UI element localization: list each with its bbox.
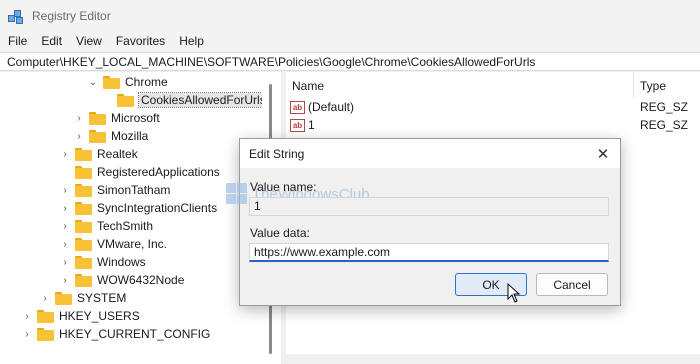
tree-item-label: WOW6432Node: [97, 273, 185, 287]
menu-view[interactable]: View: [69, 34, 109, 48]
tree-item-cookiesallowedforurls[interactable]: CookiesAllowedForUrls: [102, 91, 269, 109]
folder-icon: [75, 219, 92, 233]
tree-item-label: HKEY_USERS: [59, 309, 140, 323]
tree-item-label: TechSmith: [97, 219, 154, 233]
value-data-label: Value data:: [250, 226, 310, 240]
tree-item-label: RegisteredApplications: [97, 165, 220, 179]
watermark-logo-icon: [226, 183, 248, 205]
chevron-right-icon[interactable]: ›: [22, 325, 32, 343]
column-divider[interactable]: [633, 72, 634, 98]
menu-edit[interactable]: Edit: [34, 34, 69, 48]
tree-item-label: SyncIntegrationClients: [97, 201, 218, 215]
chevron-right-icon[interactable]: ›: [60, 271, 70, 289]
folder-icon: [75, 165, 92, 179]
string-value-icon: ab: [290, 118, 305, 132]
list-item[interactable]: ab 1 REG_SZ: [286, 116, 700, 134]
menu-file[interactable]: File: [0, 34, 34, 48]
chevron-right-icon[interactable]: ›: [60, 145, 70, 163]
chevron-right-icon[interactable]: ›: [60, 199, 70, 217]
tree-item-microsoft[interactable]: › Microsoft: [74, 109, 160, 127]
registry-editor-icon: [8, 8, 24, 24]
tree-item-label: VMware, Inc.: [97, 237, 168, 251]
tree-item-label: Mozilla: [111, 129, 149, 143]
column-name[interactable]: Name: [292, 79, 324, 93]
tree-item-label: Microsoft: [111, 111, 160, 125]
value-name: 1: [308, 118, 315, 132]
chevron-down-icon[interactable]: ⌄: [88, 73, 98, 91]
value-name-field: 1: [249, 197, 609, 216]
folder-icon: [75, 237, 92, 251]
value-name: (Default): [308, 100, 355, 114]
chevron-right-icon[interactable]: ›: [60, 235, 70, 253]
close-icon[interactable]: ✕: [593, 144, 613, 164]
tree-item-syncintegrationclients[interactable]: › SyncIntegrationClients: [60, 199, 217, 217]
edit-string-dialog: Edit String ✕ TheWindowsClub Value name:…: [226, 138, 621, 306]
tree-item-realtek[interactable]: › Realtek: [60, 145, 138, 163]
folder-icon: [75, 201, 92, 215]
folder-icon: [103, 75, 120, 89]
folder-icon: [75, 183, 92, 197]
value-data-field[interactable]: https://www.example.com: [249, 243, 609, 262]
menu-help[interactable]: Help: [172, 34, 211, 48]
folder-icon: [75, 273, 92, 287]
menu-bar: File Edit View Favorites Help: [0, 31, 700, 51]
tree-item-chrome[interactable]: ⌄ Chrome: [88, 73, 168, 91]
value-type: REG_SZ: [640, 118, 689, 132]
tree-item-hkey-users[interactable]: › HKEY_USERS: [22, 307, 140, 325]
tree-item-label: Realtek: [97, 147, 138, 161]
window-title: Registry Editor: [32, 8, 111, 23]
tree-item-mozilla[interactable]: › Mozilla: [74, 127, 148, 145]
column-header: Name Type: [286, 72, 700, 98]
folder-icon: [37, 309, 54, 323]
tree-item-label: Windows: [97, 255, 146, 269]
chevron-right-icon[interactable]: ›: [74, 109, 84, 127]
folder-icon: [75, 147, 92, 161]
tree-item-techsmith[interactable]: › TechSmith: [60, 217, 153, 235]
folder-icon: [75, 255, 92, 269]
folder-icon: [37, 327, 54, 341]
tree-item-label: CookiesAllowedForUrls: [138, 92, 269, 108]
folder-icon: [117, 93, 134, 107]
tree-item-label: SimonTatham: [97, 183, 171, 197]
list-item[interactable]: ab (Default) REG_SZ: [286, 98, 700, 116]
chevron-right-icon[interactable]: ›: [60, 217, 70, 235]
horizontal-scrollbar[interactable]: [286, 354, 700, 364]
tree-item-hkey-current-config[interactable]: › HKEY_CURRENT_CONFIG: [22, 325, 210, 343]
chevron-right-icon[interactable]: ›: [40, 289, 50, 307]
title-bar: Registry Editor: [0, 0, 700, 31]
tree-item-windows[interactable]: › Windows: [60, 253, 146, 271]
tree-item-wow6432node[interactable]: › WOW6432Node: [60, 271, 184, 289]
column-type[interactable]: Type: [640, 79, 666, 93]
tree-item-label: HKEY_CURRENT_CONFIG: [59, 327, 211, 341]
tree-item-vmware[interactable]: › VMware, Inc.: [60, 235, 167, 253]
folder-icon: [55, 291, 72, 305]
tree-item-label: SYSTEM: [77, 291, 127, 305]
value-type: REG_SZ: [640, 100, 689, 114]
tree-item-registeredapplications[interactable]: RegisteredApplications: [60, 163, 220, 181]
chevron-right-icon[interactable]: ›: [60, 181, 70, 199]
chevron-right-icon[interactable]: ›: [60, 253, 70, 271]
mouse-cursor-icon: [507, 283, 521, 303]
string-value-icon: ab: [290, 100, 305, 114]
chevron-right-icon[interactable]: ›: [74, 127, 84, 145]
folder-icon: [89, 129, 106, 143]
folder-icon: [89, 111, 106, 125]
chevron-right-icon[interactable]: ›: [22, 307, 32, 325]
tree-item-system[interactable]: › SYSTEM: [40, 289, 126, 307]
menu-favorites[interactable]: Favorites: [109, 34, 172, 48]
tree-item-label: Chrome: [125, 75, 168, 89]
cancel-button[interactable]: Cancel: [536, 273, 608, 296]
address-bar[interactable]: Computer\HKEY_LOCAL_MACHINE\SOFTWARE\Pol…: [0, 52, 700, 71]
value-name-label: Value name:: [250, 180, 317, 194]
dialog-title-bar[interactable]: Edit String ✕: [240, 139, 620, 168]
tree-item-simontatham[interactable]: › SimonTatham: [60, 181, 170, 199]
dialog-title: Edit String: [249, 147, 305, 161]
